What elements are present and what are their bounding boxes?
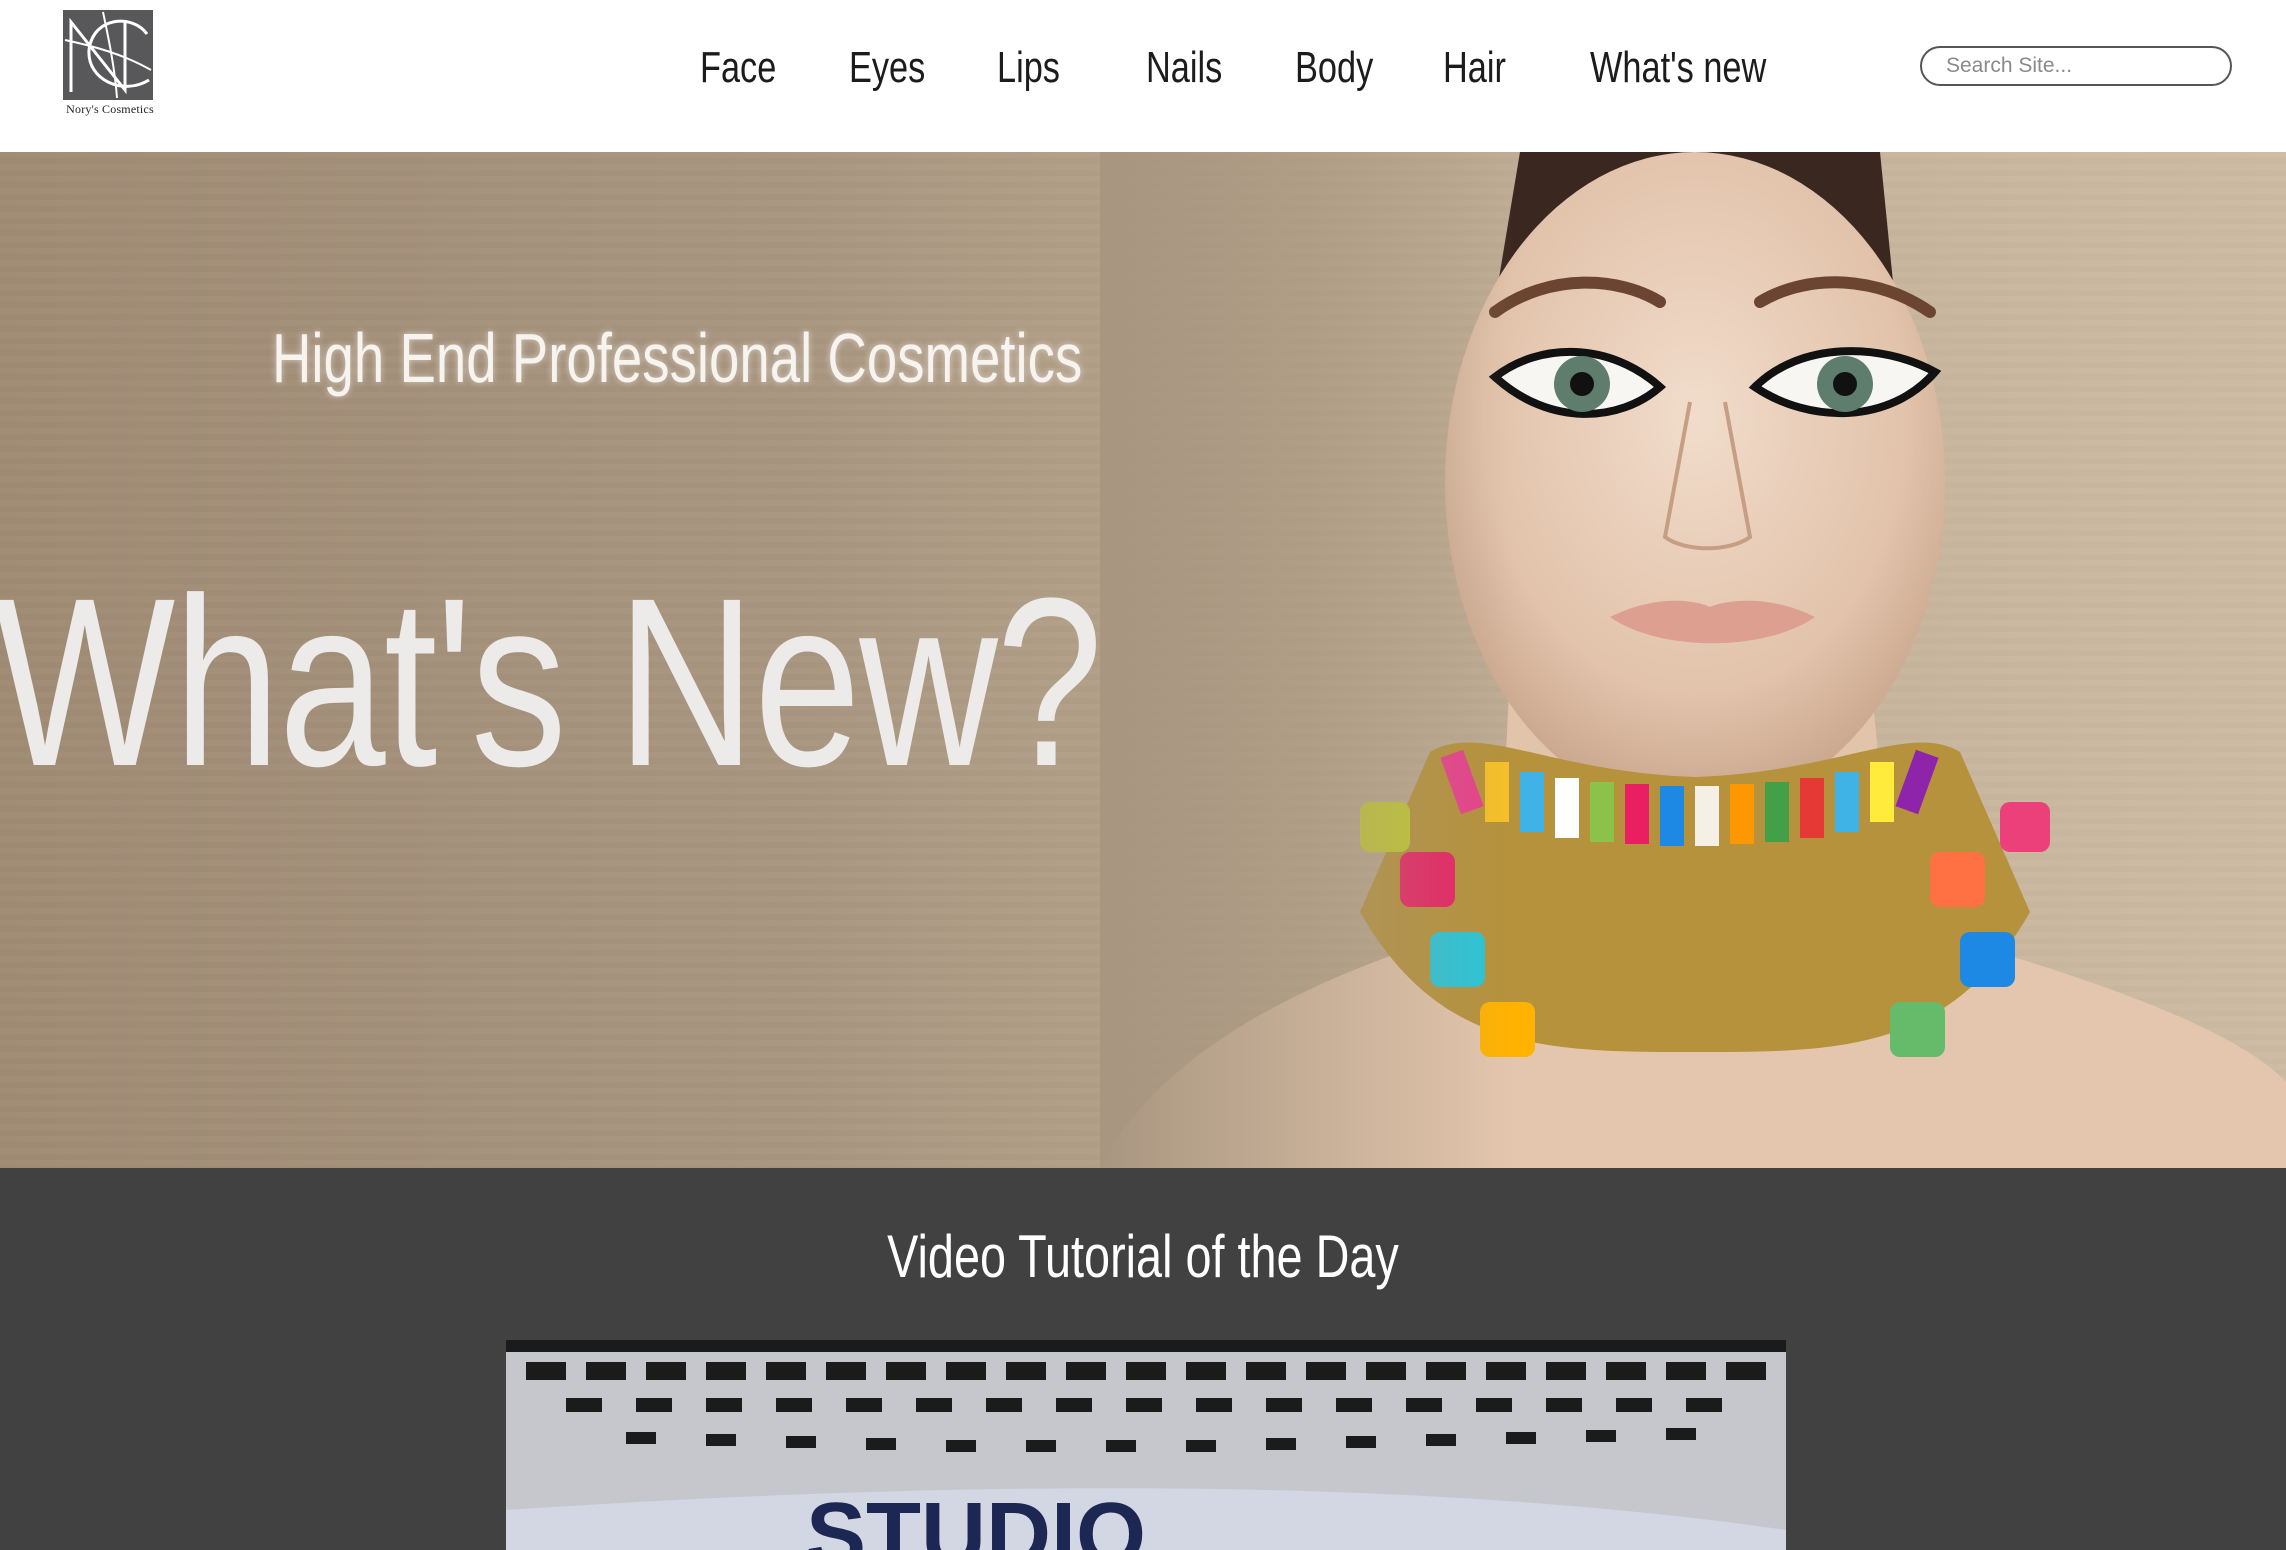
- hero-title: What's New?: [0, 548, 1103, 816]
- hero-subtitle: High End Professional Cosmetics: [272, 319, 1083, 397]
- search-input[interactable]: [1920, 46, 2232, 86]
- nav-item-nails[interactable]: Nails: [1146, 38, 1222, 98]
- hero-model-image: [1100, 152, 2286, 1168]
- site-header: Nory's Cosmetics Face Eyes Lips Nails Bo…: [0, 0, 2286, 152]
- building-thumbnail-image: STUDIO: [506, 1340, 1786, 1550]
- nav-item-lips[interactable]: Lips: [997, 38, 1060, 98]
- logo-text: Nory's Cosmetics: [66, 102, 154, 116]
- logo-monogram-icon: [63, 10, 153, 100]
- video-section-title: Video Tutorial of the Day: [0, 1222, 2286, 1291]
- nav-item-whats-new[interactable]: What's new: [1590, 38, 1766, 98]
- video-tutorial-section: Video Tutorial of the Day STUDIO: [0, 1168, 2286, 1550]
- video-section-title-text: Video Tutorial of the Day: [887, 1223, 1399, 1290]
- brand-logo[interactable]: Nory's Cosmetics: [58, 10, 162, 120]
- nav-item-hair[interactable]: Hair: [1443, 38, 1506, 98]
- video-thumbnail[interactable]: STUDIO: [506, 1340, 1786, 1550]
- thumbnail-text: STUDIO: [806, 1485, 1146, 1550]
- nav-item-face[interactable]: Face: [700, 38, 776, 98]
- nav-item-eyes[interactable]: Eyes: [849, 38, 925, 98]
- hero-banner: High End Professional Cosmetics What's N…: [0, 152, 2286, 1168]
- nav-item-body[interactable]: Body: [1295, 38, 1373, 98]
